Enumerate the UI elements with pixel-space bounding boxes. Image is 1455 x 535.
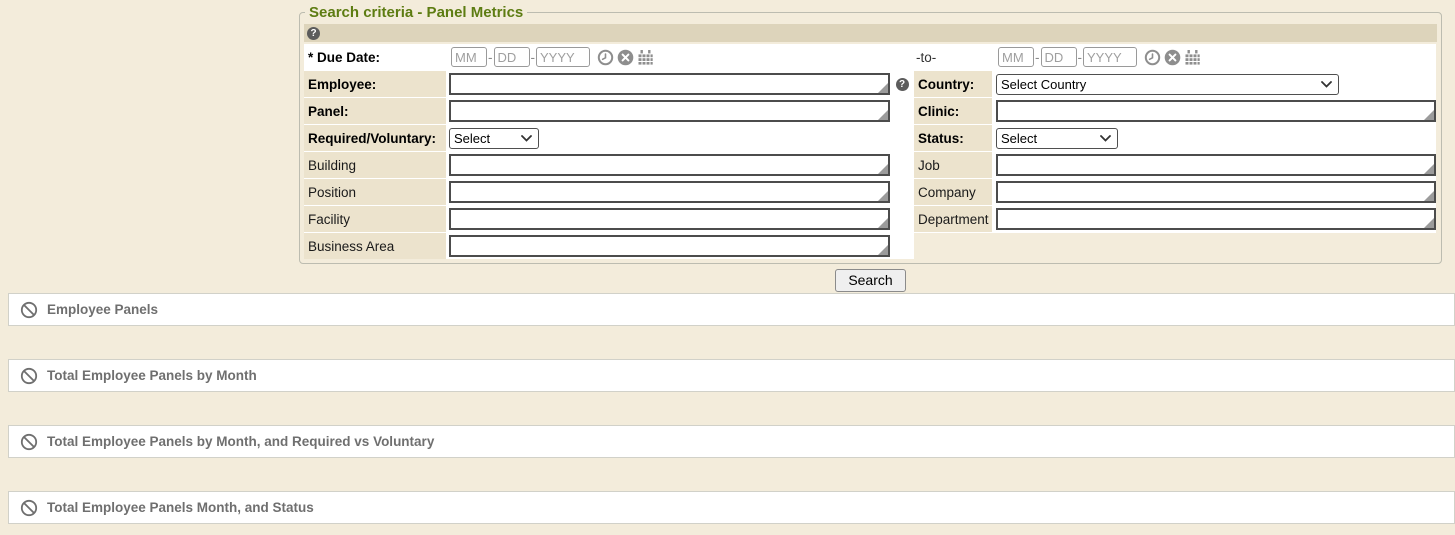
search-form-grid: * Due Date: - - -to- <box>304 44 1436 259</box>
position-input[interactable] <box>449 181 890 203</box>
search-criteria-fieldset: Search criteria - Panel Metrics ? * Due … <box>299 4 1442 264</box>
building-input[interactable] <box>449 154 890 176</box>
date-separator: - <box>531 50 536 65</box>
prohibited-icon <box>20 301 38 319</box>
business-area-label: Business Area <box>304 233 446 259</box>
due-date-from-year-input[interactable] <box>536 47 590 67</box>
required-voluntary-select[interactable]: Select <box>449 128 539 149</box>
chevron-down-icon <box>1100 135 1111 142</box>
help-icon[interactable]: ? <box>307 27 320 40</box>
status-select[interactable]: Select <box>996 128 1118 149</box>
company-input[interactable] <box>996 181 1436 203</box>
help-bar: ? <box>304 24 1437 42</box>
required-voluntary-label: Required/Voluntary: <box>304 125 446 151</box>
due-date-from-month-input[interactable] <box>451 47 487 67</box>
clock-icon[interactable] <box>1144 49 1161 66</box>
panel-input[interactable] <box>449 100 890 122</box>
search-button[interactable]: Search <box>835 269 905 292</box>
position-label: Position <box>304 179 446 205</box>
search-criteria-panel: Search criteria - Panel Metrics ? * Due … <box>299 4 1442 264</box>
clinic-label: Clinic: <box>914 98 992 124</box>
section-total-panels-month-status[interactable]: Total Employee Panels Month, and Status <box>8 491 1455 524</box>
job-input[interactable] <box>996 154 1436 176</box>
country-label: Country: <box>914 71 992 97</box>
due-date-from-group: - - <box>449 47 654 67</box>
country-select-value: Select Country <box>1001 77 1086 92</box>
date-separator: - <box>1035 50 1040 65</box>
facility-input[interactable] <box>449 208 890 230</box>
panel-label: Panel: <box>304 98 446 124</box>
clear-date-icon[interactable] <box>1164 49 1181 66</box>
clear-date-icon[interactable] <box>617 49 634 66</box>
employee-label: Employee: <box>304 71 446 97</box>
department-input[interactable] <box>996 208 1436 230</box>
due-date-from-day-input[interactable] <box>494 47 530 67</box>
due-date-to-day-input[interactable] <box>1041 47 1077 67</box>
section-title: Total Employee Panels by Month <box>47 368 257 383</box>
chevron-down-icon <box>1321 81 1332 88</box>
section-title: Employee Panels <box>47 302 158 317</box>
section-total-panels-by-month[interactable]: Total Employee Panels by Month <box>8 359 1455 392</box>
due-date-to-year-input[interactable] <box>1083 47 1137 67</box>
to-label: -to- <box>914 44 992 70</box>
status-select-value: Select <box>1001 131 1037 146</box>
employee-input[interactable] <box>449 73 890 95</box>
chevron-down-icon <box>521 135 532 142</box>
prohibited-icon <box>20 499 38 517</box>
building-label: Building <box>304 152 446 178</box>
country-select[interactable]: Select Country <box>996 74 1339 95</box>
section-title: Total Employee Panels Month, and Status <box>47 500 314 515</box>
clock-icon[interactable] <box>597 49 614 66</box>
company-label: Company <box>914 179 992 205</box>
section-total-panels-required-vs-voluntary[interactable]: Total Employee Panels by Month, and Requ… <box>8 425 1455 458</box>
search-button-row: Search <box>299 269 1442 292</box>
section-employee-panels[interactable]: Employee Panels <box>8 293 1455 326</box>
calendar-icon[interactable] <box>637 49 654 66</box>
prohibited-icon <box>20 433 38 451</box>
due-date-to-group: - - <box>996 47 1201 67</box>
prohibited-icon <box>20 367 38 385</box>
due-date-label: * Due Date: <box>304 44 446 70</box>
clinic-input[interactable] <box>996 100 1436 122</box>
country-help-icon[interactable]: ? <box>896 78 909 91</box>
section-title: Total Employee Panels by Month, and Requ… <box>47 434 434 449</box>
status-label: Status: <box>914 125 992 151</box>
department-label: Department <box>914 206 992 232</box>
required-voluntary-select-value: Select <box>454 131 490 146</box>
job-label: Job <box>914 152 992 178</box>
calendar-icon[interactable] <box>1184 49 1201 66</box>
due-date-to-month-input[interactable] <box>998 47 1034 67</box>
search-criteria-legend: Search criteria - Panel Metrics <box>305 4 527 21</box>
facility-label: Facility <box>304 206 446 232</box>
business-area-input[interactable] <box>449 235 890 257</box>
date-separator: - <box>488 50 493 65</box>
date-separator: - <box>1078 50 1083 65</box>
